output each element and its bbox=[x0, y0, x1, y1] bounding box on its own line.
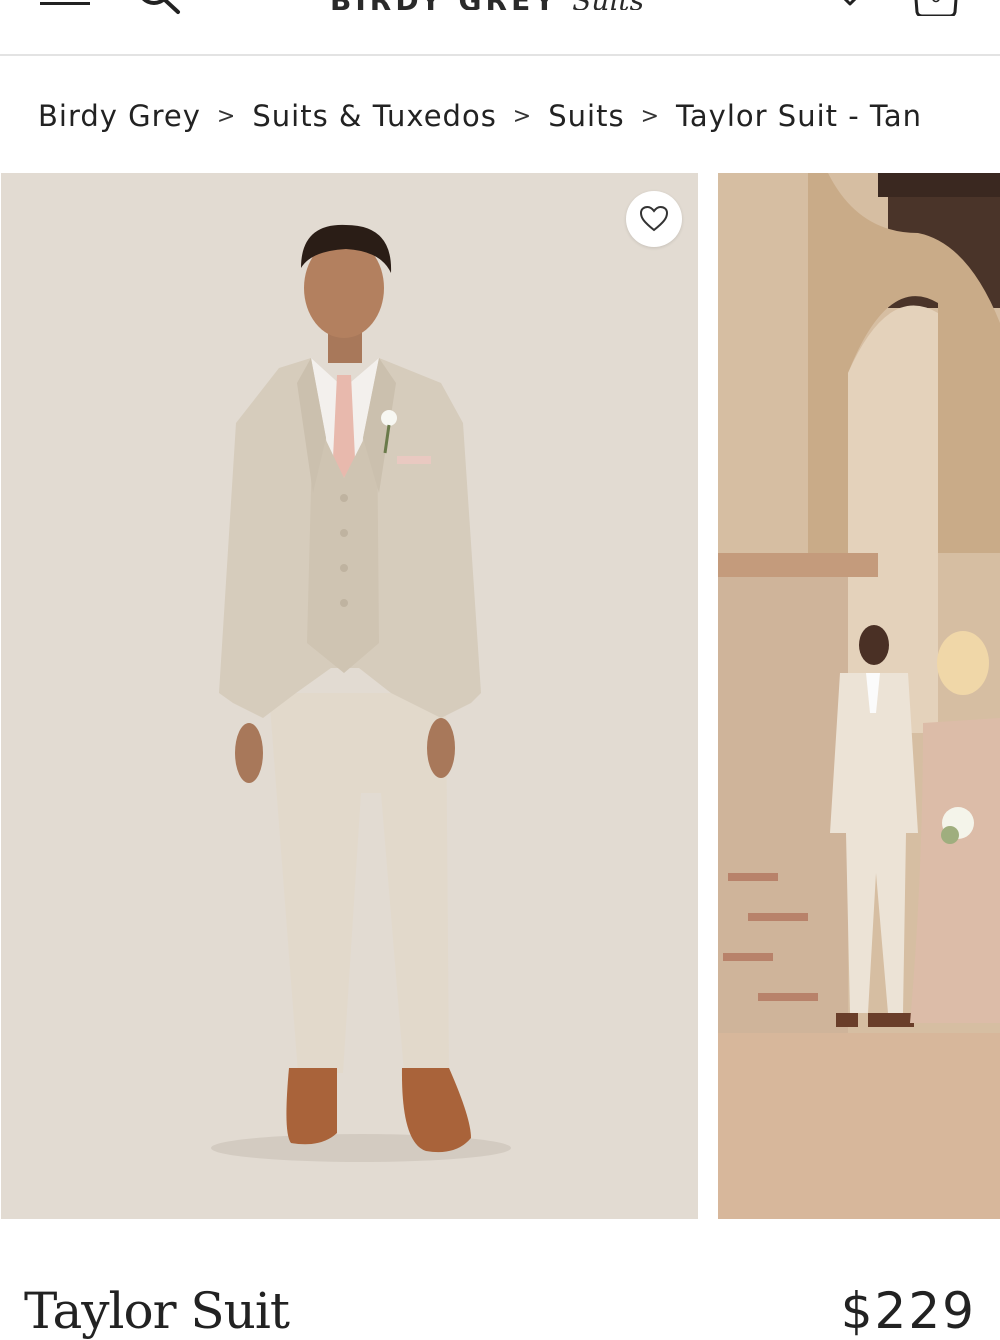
couple-under-arches-illustration bbox=[718, 173, 1000, 1219]
model-in-tan-suit-illustration bbox=[211, 224, 511, 1162]
favorite-button[interactable] bbox=[626, 191, 682, 247]
heart-icon[interactable] bbox=[830, 0, 870, 16]
bag-count: 0 bbox=[912, 0, 960, 8]
breadcrumb-current: Taylor Suit - Tan bbox=[676, 99, 922, 133]
shopping-bag-icon[interactable]: 0 bbox=[912, 0, 960, 18]
brand-logo[interactable]: BIRDY GREY Suits bbox=[330, 0, 660, 10]
breadcrumb: Birdy Grey > Suits & Tuxedos > Suits > T… bbox=[38, 96, 922, 136]
logo-main-text: BIRDY GREY bbox=[330, 0, 559, 10]
search-icon[interactable] bbox=[130, 0, 182, 16]
breadcrumb-separator: > bbox=[512, 103, 533, 129]
breadcrumb-home[interactable]: Birdy Grey bbox=[38, 99, 201, 133]
breadcrumb-separator: > bbox=[216, 103, 237, 129]
product-title: Taylor Suit bbox=[24, 1282, 290, 1340]
breadcrumb-suits[interactable]: Suits bbox=[548, 99, 624, 133]
product-image-lifestyle[interactable] bbox=[718, 173, 1000, 1219]
breadcrumb-suits-tuxedos[interactable]: Suits & Tuxedos bbox=[252, 99, 496, 133]
logo-script-text: Suits bbox=[572, 0, 644, 10]
product-image-main[interactable] bbox=[1, 173, 698, 1219]
heart-outline-icon bbox=[639, 205, 669, 232]
product-price: $229 bbox=[840, 1282, 976, 1340]
hamburger-menu-icon[interactable] bbox=[40, 0, 90, 8]
product-gallery[interactable] bbox=[0, 173, 1000, 1219]
site-header: BIRDY GREY Suits 0 bbox=[0, 0, 1000, 56]
breadcrumb-separator: > bbox=[640, 103, 660, 129]
